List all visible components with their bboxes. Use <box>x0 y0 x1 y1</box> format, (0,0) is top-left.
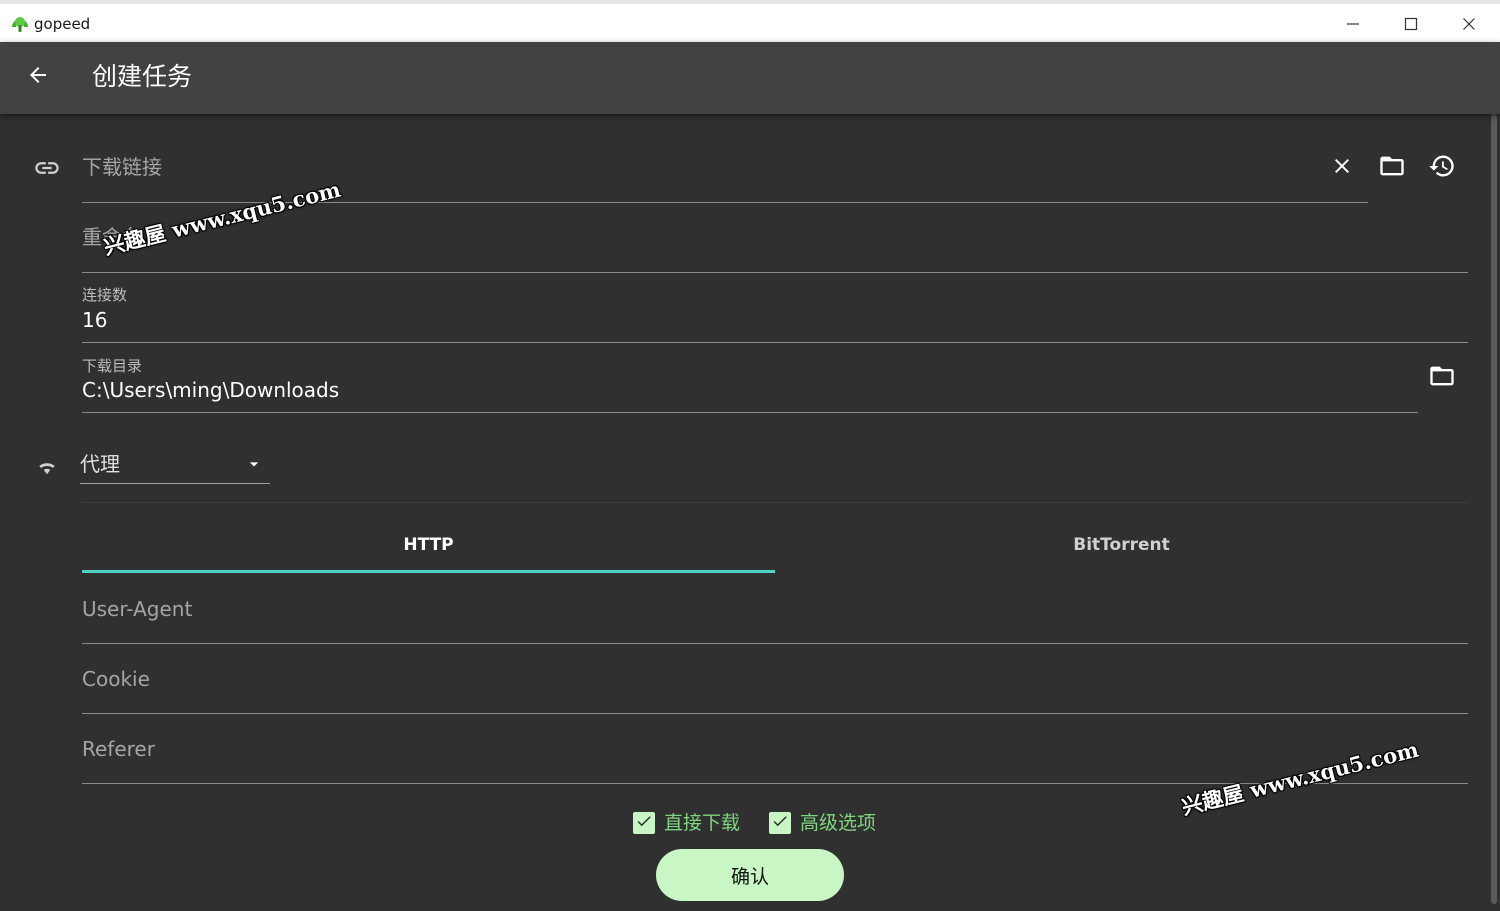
scrollbar[interactable] <box>1491 114 1497 904</box>
advanced-options-label[interactable]: 高级选项 <box>800 810 876 836</box>
check-icon <box>771 812 789 834</box>
history-icon <box>1428 152 1456 184</box>
download-dir-input[interactable]: C:\Users\ming\Downloads <box>82 376 339 404</box>
window-titlebar: gopeed <box>0 0 1500 42</box>
folder-icon <box>1428 362 1456 394</box>
select-dir-button[interactable] <box>1426 362 1458 394</box>
proxy-dropdown-label: 代理 <box>80 452 120 476</box>
download-dir-label: 下载目录 <box>82 357 143 375</box>
app-bar: 创建任务 <box>0 42 1500 114</box>
direct-download-label[interactable]: 直接下载 <box>664 810 740 836</box>
minimize-button[interactable] <box>1324 8 1382 42</box>
connections-input-underline <box>82 342 1468 343</box>
page-title: 创建任务 <box>92 62 193 91</box>
arrow-left-icon <box>26 63 50 91</box>
history-button[interactable] <box>1426 152 1458 184</box>
close-icon <box>1462 16 1476 35</box>
tab-indicator <box>82 570 775 573</box>
folder-icon <box>1378 152 1406 184</box>
minimize-icon <box>1346 16 1360 35</box>
tab-http[interactable]: HTTP <box>82 532 775 558</box>
proxy-dropdown[interactable]: 代理 <box>80 448 270 484</box>
gopeed-logo-icon <box>10 14 30 34</box>
window-close-button[interactable] <box>1440 8 1498 42</box>
back-button[interactable] <box>20 59 56 95</box>
maximize-icon <box>1404 16 1418 35</box>
user-agent-underline <box>82 643 1468 644</box>
download-dir-underline <box>82 412 1418 413</box>
open-torrent-file-button[interactable] <box>1376 152 1408 184</box>
chevron-down-icon <box>244 454 264 478</box>
clear-url-button[interactable] <box>1326 152 1358 184</box>
connections-input[interactable]: 16 <box>82 306 107 334</box>
url-input[interactable]: 下载链接 <box>82 153 162 181</box>
link-icon <box>30 152 64 184</box>
rename-input-underline <box>82 272 1468 273</box>
connections-label: 连接数 <box>82 286 128 304</box>
confirm-button[interactable]: 确认 <box>656 849 844 901</box>
clear-icon <box>1330 154 1354 182</box>
cookie-underline <box>82 713 1468 714</box>
app-title: gopeed <box>34 15 91 33</box>
maximize-button[interactable] <box>1382 8 1440 42</box>
wifi-icon <box>32 452 62 480</box>
tab-bittorrent[interactable]: BitTorrent <box>775 532 1468 558</box>
cookie-input[interactable]: Cookie <box>82 665 150 693</box>
advanced-options-checkbox[interactable] <box>769 812 791 834</box>
referer-input[interactable]: Referer <box>82 735 155 763</box>
direct-download-checkbox[interactable] <box>633 812 655 834</box>
user-agent-input[interactable]: User-Agent <box>82 595 192 623</box>
check-icon <box>635 812 653 834</box>
